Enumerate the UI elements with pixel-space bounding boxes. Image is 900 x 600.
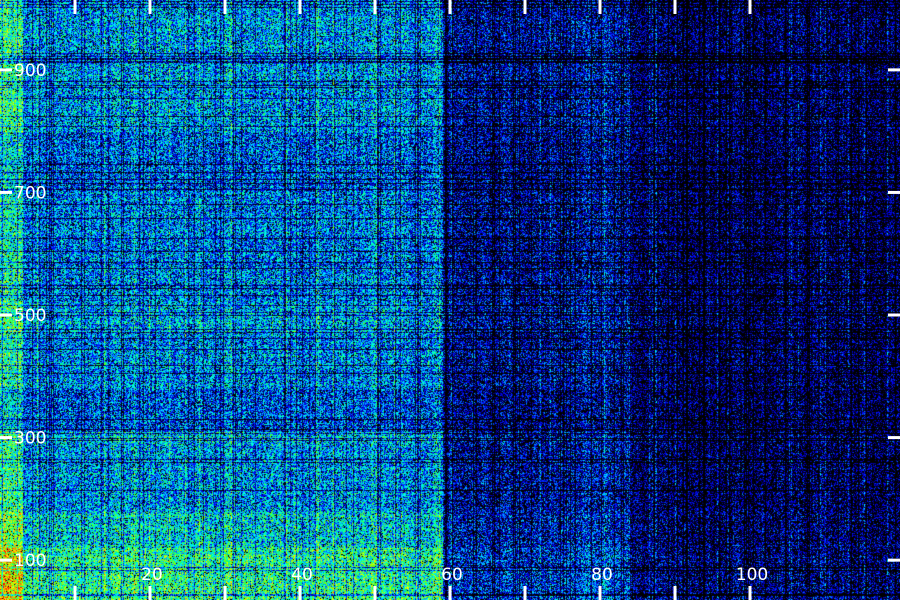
x-tick-label: 40 — [291, 565, 313, 585]
y-tick-label: 700 — [14, 183, 46, 203]
x-tick-label: 80 — [591, 565, 613, 585]
chart-axes: 20 40 60 80 100 100 300 500 700 900 — [0, 0, 900, 600]
y-tick-label: 900 — [14, 61, 46, 81]
x-tick-label: 20 — [141, 565, 163, 585]
y-tick-label: 100 — [14, 551, 46, 571]
y-tick-label: 500 — [14, 306, 46, 326]
y-tick-label: 300 — [14, 429, 46, 449]
x-tick-label: 60 — [441, 565, 463, 585]
spectrogram-chart: 20 40 60 80 100 100 300 500 700 900 — [0, 0, 900, 600]
x-tick-label: 100 — [736, 565, 768, 585]
